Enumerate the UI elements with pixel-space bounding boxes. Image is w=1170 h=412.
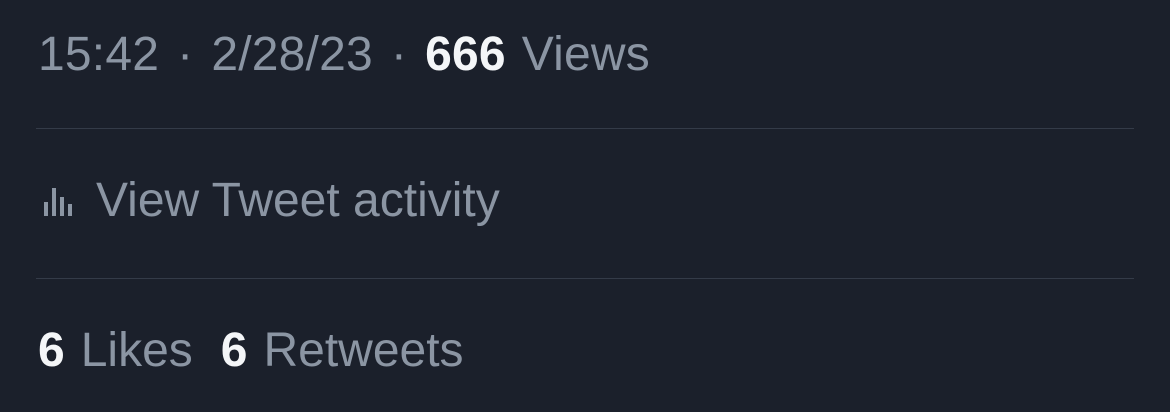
divider [36,128,1134,129]
divider [36,278,1134,279]
view-tweet-activity-link[interactable]: View Tweet activity [38,168,500,232]
views-count: 666 [425,27,506,81]
view-tweet-activity-label: View Tweet activity [96,173,500,227]
retweets-stat[interactable]: 6 Retweets [221,323,464,378]
engagement-stats: 6 Likes 6 Retweets [38,318,464,382]
tweet-date[interactable]: 2/28/23 [211,27,373,82]
meta-separator: · [177,27,194,81]
likes-count: 6 [38,323,65,377]
tweet-meta: 15:42 · 2/28/23 · 666 Views [38,22,650,86]
tweet-time[interactable]: 15:42 [38,27,159,82]
meta-separator: · [390,27,408,81]
views-label: Views [521,27,650,81]
bar-chart-icon [38,180,78,220]
likes-stat[interactable]: 6 Likes [38,323,193,378]
retweets-label: Retweets [263,323,464,377]
retweets-count: 6 [220,323,248,377]
tweet-detail-footer: 15:42 · 2/28/23 · 666 Views View Tweet a… [0,0,1170,412]
likes-label: Likes [80,323,193,377]
